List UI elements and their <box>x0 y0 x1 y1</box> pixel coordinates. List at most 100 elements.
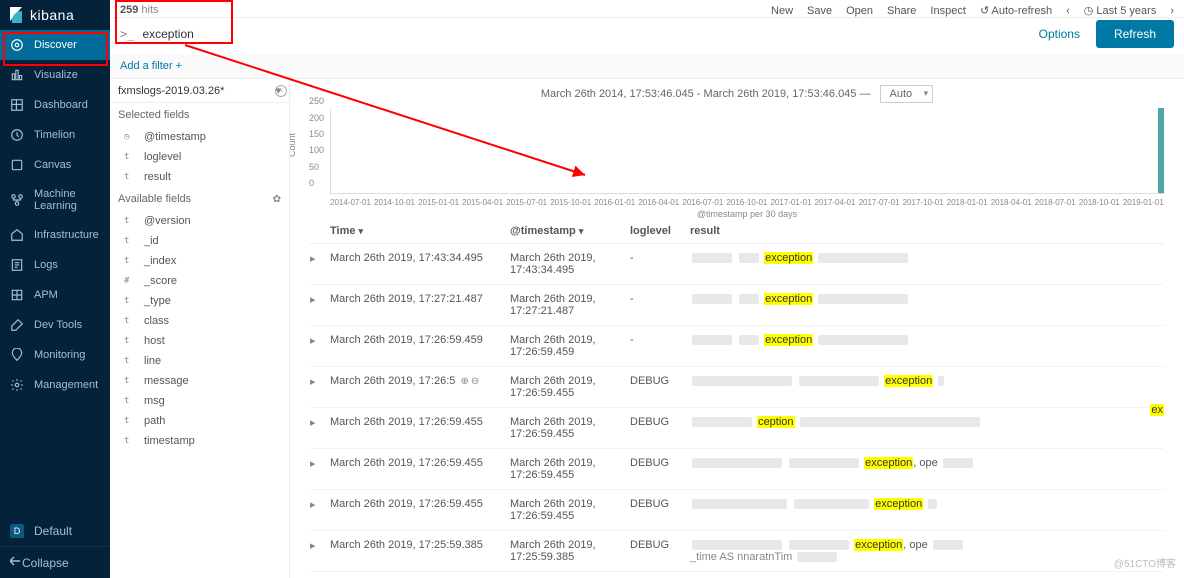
query-options[interactable]: Options <box>1039 27 1080 41</box>
field-score[interactable]: #_score <box>110 271 289 291</box>
field-timestamp[interactable]: ◷@timestamp <box>110 127 289 147</box>
cell-time: March 26th 2019, 17:26:59.459 <box>330 334 510 358</box>
sidebar-item-monitoring[interactable]: Monitoring <box>0 340 110 370</box>
table-row: ▸March 26th 2019, 17:26:5 ⊕⊖March 26th 2… <box>310 367 1164 408</box>
field-class[interactable]: tclass <box>110 311 289 331</box>
nav-icon <box>10 68 24 82</box>
default-space[interactable]: D Default <box>0 516 110 546</box>
close-fields-icon[interactable]: × <box>275 85 287 97</box>
sidebar-item-timelion[interactable]: Timelion <box>0 120 110 150</box>
expand-row-icon[interactable]: ▸ <box>310 252 330 276</box>
field-id[interactable]: t_id <box>110 231 289 251</box>
field-type[interactable]: t_type <box>110 291 289 311</box>
expand-row-icon[interactable]: ▸ <box>310 416 330 440</box>
menu-share[interactable]: Share <box>887 5 916 17</box>
expand-row-icon[interactable]: ▸ <box>310 539 330 563</box>
time-next[interactable]: › <box>1170 5 1174 17</box>
zoom-in-icon[interactable]: ⊕ <box>460 376 468 387</box>
col-time[interactable]: Time ▾ <box>330 225 510 237</box>
field-timestamp[interactable]: ttimestamp <box>110 431 289 451</box>
query-prompt-icon: >_ <box>120 27 134 41</box>
field-type-icon: t <box>124 256 136 266</box>
table-row: ▸March 26th 2019, 17:26:59.455March 26th… <box>310 449 1164 490</box>
field-index[interactable]: t_index <box>110 251 289 271</box>
cell-loglevel: - <box>630 252 690 276</box>
chart-header: March 26th 2014, 17:53:46.045 - March 26… <box>290 79 1184 109</box>
xtick: 2015-07-01 <box>506 198 547 207</box>
zoom-out-icon[interactable]: ⊖ <box>471 376 479 387</box>
kibana-logo[interactable]: kibana <box>0 0 110 30</box>
time-prev[interactable]: ‹ <box>1066 5 1070 17</box>
interval-select[interactable]: Auto <box>880 85 933 103</box>
sidebar-item-dashboard[interactable]: Dashboard <box>0 90 110 120</box>
xtick: 2015-10-01 <box>550 198 591 207</box>
hits-row: 259 hits New Save Open Share Inspect ↻ A… <box>110 0 1184 18</box>
field-name: host <box>144 335 165 347</box>
sidebar-item-machine-learning[interactable]: Machine Learning <box>0 180 110 220</box>
field-type-icon: t <box>124 376 136 386</box>
sidebar-item-canvas[interactable]: Canvas <box>0 150 110 180</box>
menu-save[interactable]: Save <box>807 5 832 17</box>
nav-label: Machine Learning <box>34 188 100 212</box>
sidebar-item-management[interactable]: Management <box>0 370 110 400</box>
nav-icon <box>10 318 24 332</box>
gear-icon[interactable]: ✿ <box>273 194 281 205</box>
field-type-icon: t <box>124 152 136 162</box>
field-name: @version <box>144 215 191 227</box>
cell-loglevel: - <box>630 293 690 317</box>
menu-new[interactable]: New <box>771 5 793 17</box>
menu-open[interactable]: Open <box>846 5 873 17</box>
sidebar-item-apm[interactable]: APM <box>0 280 110 310</box>
query-input[interactable]: >_ exception <box>120 23 1023 45</box>
sidebar-item-logs[interactable]: Logs <box>0 250 110 280</box>
histogram-bar[interactable] <box>1158 108 1164 193</box>
highlight: ception <box>757 416 794 428</box>
col-result[interactable]: result <box>690 225 1164 237</box>
xtick: 2018-10-01 <box>1079 198 1120 207</box>
menu-inspect[interactable]: Inspect <box>930 5 965 17</box>
cell-time: March 26th 2019, 17:25:59.385 <box>330 539 510 563</box>
field-line[interactable]: tline <box>110 351 289 371</box>
col-timestamp[interactable]: @timestamp ▾ <box>510 225 630 237</box>
field-message[interactable]: tmessage <box>110 371 289 391</box>
time-range[interactable]: ◷ Last 5 years <box>1084 4 1157 17</box>
cell-result: exception, ope _time AS nnaratnTim <box>690 539 1164 563</box>
field-host[interactable]: thost <box>110 331 289 351</box>
field-type-icon: # <box>124 276 136 286</box>
watermark: @51CTO博客 <box>1114 555 1176 570</box>
xtick: 2015-04-01 <box>462 198 503 207</box>
nav-label: Timelion <box>34 129 75 141</box>
expand-row-icon[interactable]: ▸ <box>310 334 330 358</box>
sidebar-item-dev-tools[interactable]: Dev Tools <box>0 310 110 340</box>
cell-result: exception <box>690 334 1164 358</box>
results-pane: March 26th 2014, 17:53:46.045 - March 26… <box>290 79 1184 578</box>
col-loglevel[interactable]: loglevel <box>630 225 690 237</box>
field-path[interactable]: tpath <box>110 411 289 431</box>
histogram-chart[interactable]: Count 050100150200250 2014-07-012014-10-… <box>290 109 1184 219</box>
expand-row-icon[interactable]: ▸ <box>310 457 330 481</box>
index-pattern-select[interactable]: fxmslogs-2019.03.26*▾ <box>110 79 289 103</box>
expand-row-icon[interactable]: ▸ <box>310 498 330 522</box>
table-row: ▸March 26th 2019, 17:43:34.495March 26th… <box>310 244 1164 285</box>
field-result[interactable]: tresult <box>110 167 289 187</box>
collapse-sidebar[interactable]: Collapse <box>0 546 110 578</box>
field-loglevel[interactable]: tloglevel <box>110 147 289 167</box>
xtick: 2017-10-01 <box>903 198 944 207</box>
add-filter[interactable]: Add a filter + <box>120 60 182 72</box>
expand-row-icon[interactable]: ▸ <box>310 293 330 317</box>
table-row: ▸March 26th 2019, 17:26:59.459March 26th… <box>310 326 1164 367</box>
field-msg[interactable]: tmsg <box>110 391 289 411</box>
highlight: exception <box>864 457 913 469</box>
nav-icon <box>10 193 24 207</box>
sidebar-item-visualize[interactable]: Visualize <box>0 60 110 90</box>
menu-autorefresh[interactable]: ↻ Auto-refresh <box>980 4 1052 17</box>
field-version[interactable]: t@version <box>110 211 289 231</box>
sidebar-item-discover[interactable]: Discover <box>0 30 110 60</box>
expand-row-icon[interactable]: ▸ <box>310 375 330 399</box>
nav-label: Dashboard <box>34 99 88 111</box>
cell-time: March 26th 2019, 17:26:59.455 <box>330 457 510 481</box>
nav-label: Discover <box>34 39 77 51</box>
refresh-button[interactable]: Refresh <box>1096 20 1174 48</box>
sidebar-item-infrastructure[interactable]: Infrastructure <box>0 220 110 250</box>
nav-label: Logs <box>34 259 58 271</box>
